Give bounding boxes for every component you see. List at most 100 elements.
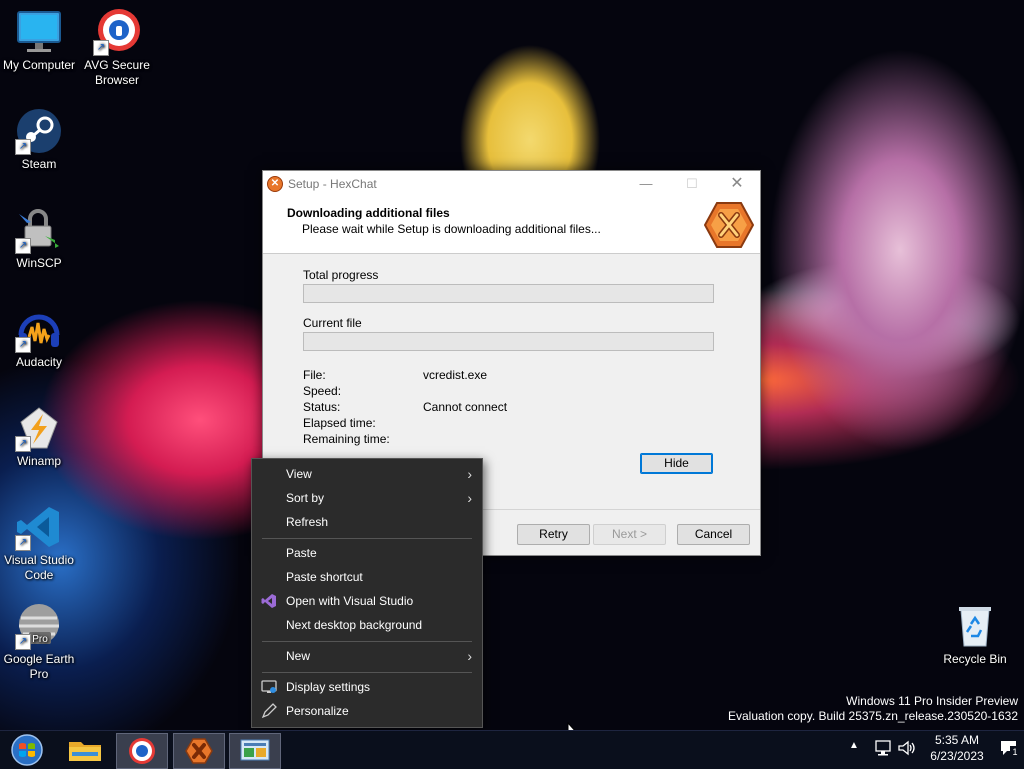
menu-item-sort-by[interactable]: Sort by ›	[252, 486, 482, 510]
desktop[interactable]: My Computer ↗ AVG Secure Browser ↗ Steam…	[0, 0, 1024, 730]
menu-item-open-with-visual-studio[interactable]: Open with Visual Studio	[252, 589, 482, 613]
visual-studio-icon	[261, 593, 277, 609]
clock[interactable]: 5:35 AM 6/23/2023	[917, 732, 997, 764]
field-file-value: vcredist.exe	[423, 368, 488, 382]
menu-separator	[262, 672, 472, 673]
menu-item-paste[interactable]: Paste	[252, 541, 482, 565]
menu-item-paste-shortcut[interactable]: Paste shortcut	[252, 565, 482, 589]
menu-item-label: Sort by	[286, 491, 325, 505]
desktop-icon-label: AVG Secure Browser	[84, 58, 150, 87]
desktop-icon-label: Steam	[21, 157, 57, 171]
desktop-icon-vscode[interactable]: ↗ Visual Studio Code	[0, 503, 79, 583]
folder-icon	[69, 742, 101, 761]
shortcut-arrow-icon: ↗	[15, 238, 31, 254]
field-file-label: File:	[303, 368, 326, 382]
desktop-icon-label: Visual Studio Code	[4, 553, 74, 582]
hexchat-icon	[185, 738, 213, 764]
display-settings-icon	[261, 679, 277, 695]
google-earth-icon: Pro ↗	[15, 602, 63, 650]
menu-item-label: Paste shortcut	[286, 570, 363, 584]
header-subtitle: Please wait while Setup is downloading a…	[302, 222, 601, 236]
maximize-button[interactable]: ☐	[669, 171, 715, 197]
current-file-label: Current file	[303, 316, 362, 330]
desktop-icon-winamp[interactable]: ↗ Winamp	[0, 404, 79, 469]
taskbar-hexchat-setup[interactable]	[173, 733, 225, 769]
clock-time: 5:35 AM	[934, 733, 980, 747]
menu-item-label: Next desktop background	[286, 618, 423, 632]
notifications-button[interactable]: 1	[999, 739, 1021, 759]
audacity-icon: ↗	[15, 305, 63, 353]
field-elapsed-label: Elapsed time:	[303, 416, 376, 430]
winamp-icon: ↗	[15, 404, 63, 452]
pen-icon	[261, 703, 277, 719]
menu-separator	[262, 641, 472, 642]
desktop-icon-label: My Computer	[2, 58, 76, 72]
field-status-value: Cannot connect	[423, 400, 508, 414]
minimize-button[interactable]: —	[623, 171, 669, 197]
desktop-icon-label: Winamp	[16, 454, 61, 468]
menu-item-next-desktop-background[interactable]: Next desktop background	[252, 613, 482, 637]
desktop-icon-audacity[interactable]: ↗ Audacity	[0, 305, 79, 370]
retry-button[interactable]: Retry	[517, 524, 590, 545]
menu-item-refresh[interactable]: Refresh	[252, 510, 482, 534]
taskbar-avg-browser[interactable]	[116, 733, 168, 769]
desktop-icon-google-earth-pro[interactable]: Pro ↗ Google Earth Pro	[0, 602, 79, 682]
mouse-cursor-icon	[567, 722, 579, 730]
desktop-icon-recycle-bin[interactable]: Recycle Bin	[935, 602, 1015, 667]
desktop-icon-winscp[interactable]: ↗ WinSCP	[0, 206, 79, 271]
menu-item-label: New	[286, 649, 311, 663]
hide-button[interactable]: Hide	[640, 453, 713, 474]
close-button[interactable]: ✕	[714, 171, 760, 197]
desktop-icon-steam[interactable]: ↗ Steam	[0, 107, 79, 172]
total-progress-bar	[303, 284, 714, 303]
windows-watermark: Windows 11 Pro Insider Preview Evaluatio…	[728, 694, 1018, 724]
menu-item-view[interactable]: View ›	[252, 462, 482, 486]
header-title: Downloading additional files	[287, 206, 450, 220]
shortcut-arrow-icon: ↗	[15, 634, 31, 650]
network-icon[interactable]	[874, 739, 892, 760]
taskbar-control-panel[interactable]	[229, 733, 281, 769]
avg-browser-icon: ↗	[93, 8, 141, 56]
menu-item-display-settings[interactable]: Display settings	[252, 675, 482, 699]
chevron-up-icon[interactable]: ▲	[849, 740, 861, 751]
desktop-icon-avg-secure-browser[interactable]: ↗ AVG Secure Browser	[77, 8, 157, 88]
taskbar-file-explorer[interactable]	[60, 733, 110, 767]
desktop-icon-label: Recycle Bin	[943, 652, 1007, 666]
hexchat-logo-icon	[703, 201, 755, 249]
monitor-icon	[15, 8, 63, 56]
recycle-bin-icon	[951, 602, 999, 650]
desktop-icon-label: Google Earth Pro	[3, 652, 75, 681]
menu-item-label: Personalize	[286, 704, 349, 718]
control-panel-icon	[240, 739, 270, 761]
dialog-title: Setup - HexChat	[288, 177, 377, 191]
chevron-right-icon: ›	[467, 490, 472, 506]
shortcut-arrow-icon: ↗	[93, 40, 109, 56]
menu-item-label: Open with Visual Studio	[286, 594, 414, 608]
vscode-icon: ↗	[15, 503, 63, 551]
avg-browser-icon	[129, 738, 155, 764]
menu-separator	[262, 538, 472, 539]
menu-item-new[interactable]: New ›	[252, 644, 482, 668]
hexchat-icon: ✕	[267, 176, 283, 192]
watermark-line2: Evaluation copy. Build 25375.zn_release.…	[728, 709, 1018, 723]
steam-icon: ↗	[15, 107, 63, 155]
field-speed-label: Speed:	[303, 384, 342, 398]
menu-item-label: Display settings	[286, 680, 371, 694]
menu-item-label: View	[286, 467, 312, 481]
start-button[interactable]	[2, 733, 52, 767]
winscp-icon: ↗	[15, 206, 63, 254]
notification-count-badge: 1	[1010, 746, 1020, 758]
menu-item-label: Refresh	[286, 515, 329, 529]
watermark-line1: Windows 11 Pro Insider Preview	[846, 694, 1018, 708]
chevron-right-icon: ›	[467, 466, 472, 482]
volume-icon[interactable]	[897, 739, 915, 760]
shortcut-arrow-icon: ↗	[15, 436, 31, 452]
cancel-button[interactable]: Cancel	[677, 524, 750, 545]
desktop-context-menu: View › Sort by › Refresh Paste Paste sho…	[251, 458, 483, 728]
total-progress-label: Total progress	[303, 268, 379, 282]
field-remaining-label: Remaining time:	[303, 432, 390, 446]
menu-item-personalize[interactable]: Personalize	[252, 699, 482, 723]
desktop-icon-my-computer[interactable]: My Computer	[0, 8, 79, 73]
next-button[interactable]: Next >	[593, 524, 666, 545]
dialog-titlebar[interactable]: ✕ Setup - HexChat — ☐ ✕	[263, 171, 760, 197]
